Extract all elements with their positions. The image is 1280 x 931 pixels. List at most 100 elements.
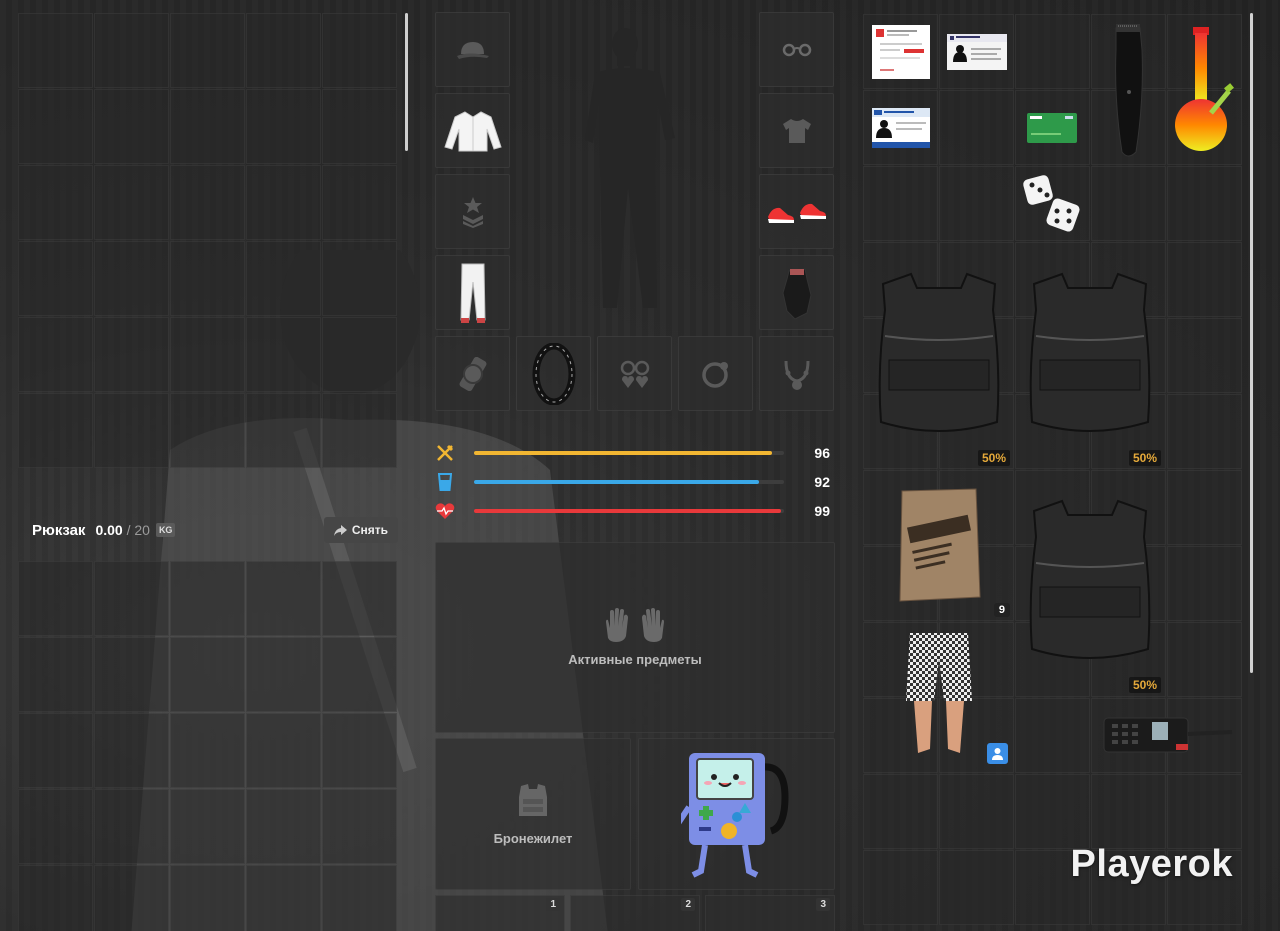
grid-cell[interactable]: [246, 165, 321, 240]
grid-cell[interactable]: [322, 637, 397, 712]
backpack-slot[interactable]: [638, 738, 835, 890]
grid-cell[interactable]: [18, 89, 93, 164]
grid-cell[interactable]: [170, 789, 245, 864]
hotbar-slot-3[interactable]: 3: [705, 895, 835, 931]
grid-cell[interactable]: [1167, 774, 1242, 849]
grid-cell[interactable]: [1091, 166, 1166, 241]
mre-ration-item[interactable]: 9: [863, 469, 1014, 620]
hotbar-slot-2[interactable]: 2: [570, 895, 700, 931]
grid-cell[interactable]: [94, 789, 169, 864]
slot-earrings[interactable]: [597, 336, 672, 411]
vest-item-1[interactable]: 50%: [863, 242, 1014, 468]
grid-cell[interactable]: [94, 317, 169, 392]
grid-cell[interactable]: [322, 393, 397, 468]
grid-cell[interactable]: [170, 317, 245, 392]
grid-cell[interactable]: [170, 561, 245, 636]
grid-cell[interactable]: [1167, 470, 1242, 545]
grid-cell[interactable]: [1167, 318, 1242, 393]
grid-cell[interactable]: [18, 13, 93, 88]
grid-cell[interactable]: [94, 13, 169, 88]
grid-cell[interactable]: [246, 637, 321, 712]
grid-cell[interactable]: [322, 13, 397, 88]
grid-cell[interactable]: [322, 561, 397, 636]
grid-cell[interactable]: [94, 561, 169, 636]
grid-cell[interactable]: [1091, 774, 1166, 849]
slot-bracelet[interactable]: [516, 336, 591, 411]
grid-cell[interactable]: [94, 865, 169, 931]
grid-cell[interactable]: [170, 165, 245, 240]
grid-cell[interactable]: [170, 865, 245, 931]
grid-cell[interactable]: [94, 241, 169, 316]
grid-cell[interactable]: [246, 241, 321, 316]
grid-cell[interactable]: [246, 89, 321, 164]
grid-cell[interactable]: [939, 774, 1014, 849]
grid-cell[interactable]: [322, 713, 397, 788]
slot-gloves[interactable]: [759, 255, 834, 330]
document-red-item[interactable]: [863, 14, 938, 89]
grid-cell[interactable]: [246, 13, 321, 88]
bong-item[interactable]: [1165, 14, 1240, 165]
grid-cell[interactable]: [1015, 14, 1090, 89]
grid-cell[interactable]: [94, 713, 169, 788]
grid-cell[interactable]: [18, 165, 93, 240]
grid-cell[interactable]: [246, 393, 321, 468]
slot-badge[interactable]: [435, 174, 510, 249]
grid-cell[interactable]: [18, 865, 93, 931]
grid-cell[interactable]: [246, 865, 321, 931]
active-items-panel[interactable]: Активные предметы: [435, 542, 835, 733]
radio-item[interactable]: [1090, 696, 1241, 771]
grid-cell[interactable]: [170, 393, 245, 468]
grid-cell[interactable]: [939, 166, 1014, 241]
license-card-item[interactable]: [863, 90, 938, 165]
slot-hat[interactable]: [435, 12, 510, 87]
grid-cell[interactable]: [1167, 394, 1242, 469]
slot-undershirt[interactable]: [759, 93, 834, 168]
grid-cell[interactable]: [18, 393, 93, 468]
inventory-scrollbar[interactable]: [1250, 13, 1253, 673]
shorts-item[interactable]: [863, 620, 1014, 771]
grid-cell[interactable]: [1167, 242, 1242, 317]
grid-cell[interactable]: [94, 165, 169, 240]
grid-cell[interactable]: [939, 850, 1014, 925]
vest-item-2[interactable]: 50%: [1014, 242, 1165, 468]
slot-ring[interactable]: [678, 336, 753, 411]
armor-slot[interactable]: Бронежилет: [435, 738, 631, 890]
grid-cell[interactable]: [1015, 774, 1090, 849]
grid-cell[interactable]: [170, 89, 245, 164]
grid-cell[interactable]: [94, 89, 169, 164]
grid-cell[interactable]: [322, 241, 397, 316]
grid-cell[interactable]: [1167, 622, 1242, 697]
grid-cell[interactable]: [322, 317, 397, 392]
grid-cell[interactable]: [1167, 166, 1242, 241]
slot-pants[interactable]: [435, 255, 510, 330]
slot-glasses[interactable]: [759, 12, 834, 87]
green-card-item[interactable]: [1014, 90, 1089, 165]
grid-cell[interactable]: [94, 393, 169, 468]
grid-cell[interactable]: [170, 713, 245, 788]
grid-cell[interactable]: [170, 637, 245, 712]
grid-cell[interactable]: [863, 166, 938, 241]
grid-cell[interactable]: [170, 241, 245, 316]
grid-cell[interactable]: [322, 89, 397, 164]
slot-watch[interactable]: [435, 336, 510, 411]
grid-cell[interactable]: [94, 637, 169, 712]
vest-item-3[interactable]: 50%: [1014, 469, 1165, 695]
grid-cell[interactable]: [18, 637, 93, 712]
grid-cell[interactable]: [170, 13, 245, 88]
dice-item[interactable]: [1014, 166, 1089, 241]
grid-cell[interactable]: [246, 561, 321, 636]
grid-cell[interactable]: [863, 850, 938, 925]
slot-top[interactable]: [435, 93, 510, 168]
grid-cell[interactable]: [1015, 698, 1090, 773]
grid-cell[interactable]: [939, 90, 1014, 165]
trimmer-item[interactable]: [1090, 14, 1165, 165]
grid-cell[interactable]: [246, 317, 321, 392]
id-card-item[interactable]: [939, 14, 1014, 89]
grid-cell[interactable]: [1167, 546, 1242, 621]
grid-cell[interactable]: [18, 317, 93, 392]
grid-cell[interactable]: [322, 865, 397, 931]
grid-cell[interactable]: [18, 789, 93, 864]
grid-cell[interactable]: [322, 165, 397, 240]
grid-cell[interactable]: [18, 561, 93, 636]
slot-shoes[interactable]: [759, 174, 834, 249]
